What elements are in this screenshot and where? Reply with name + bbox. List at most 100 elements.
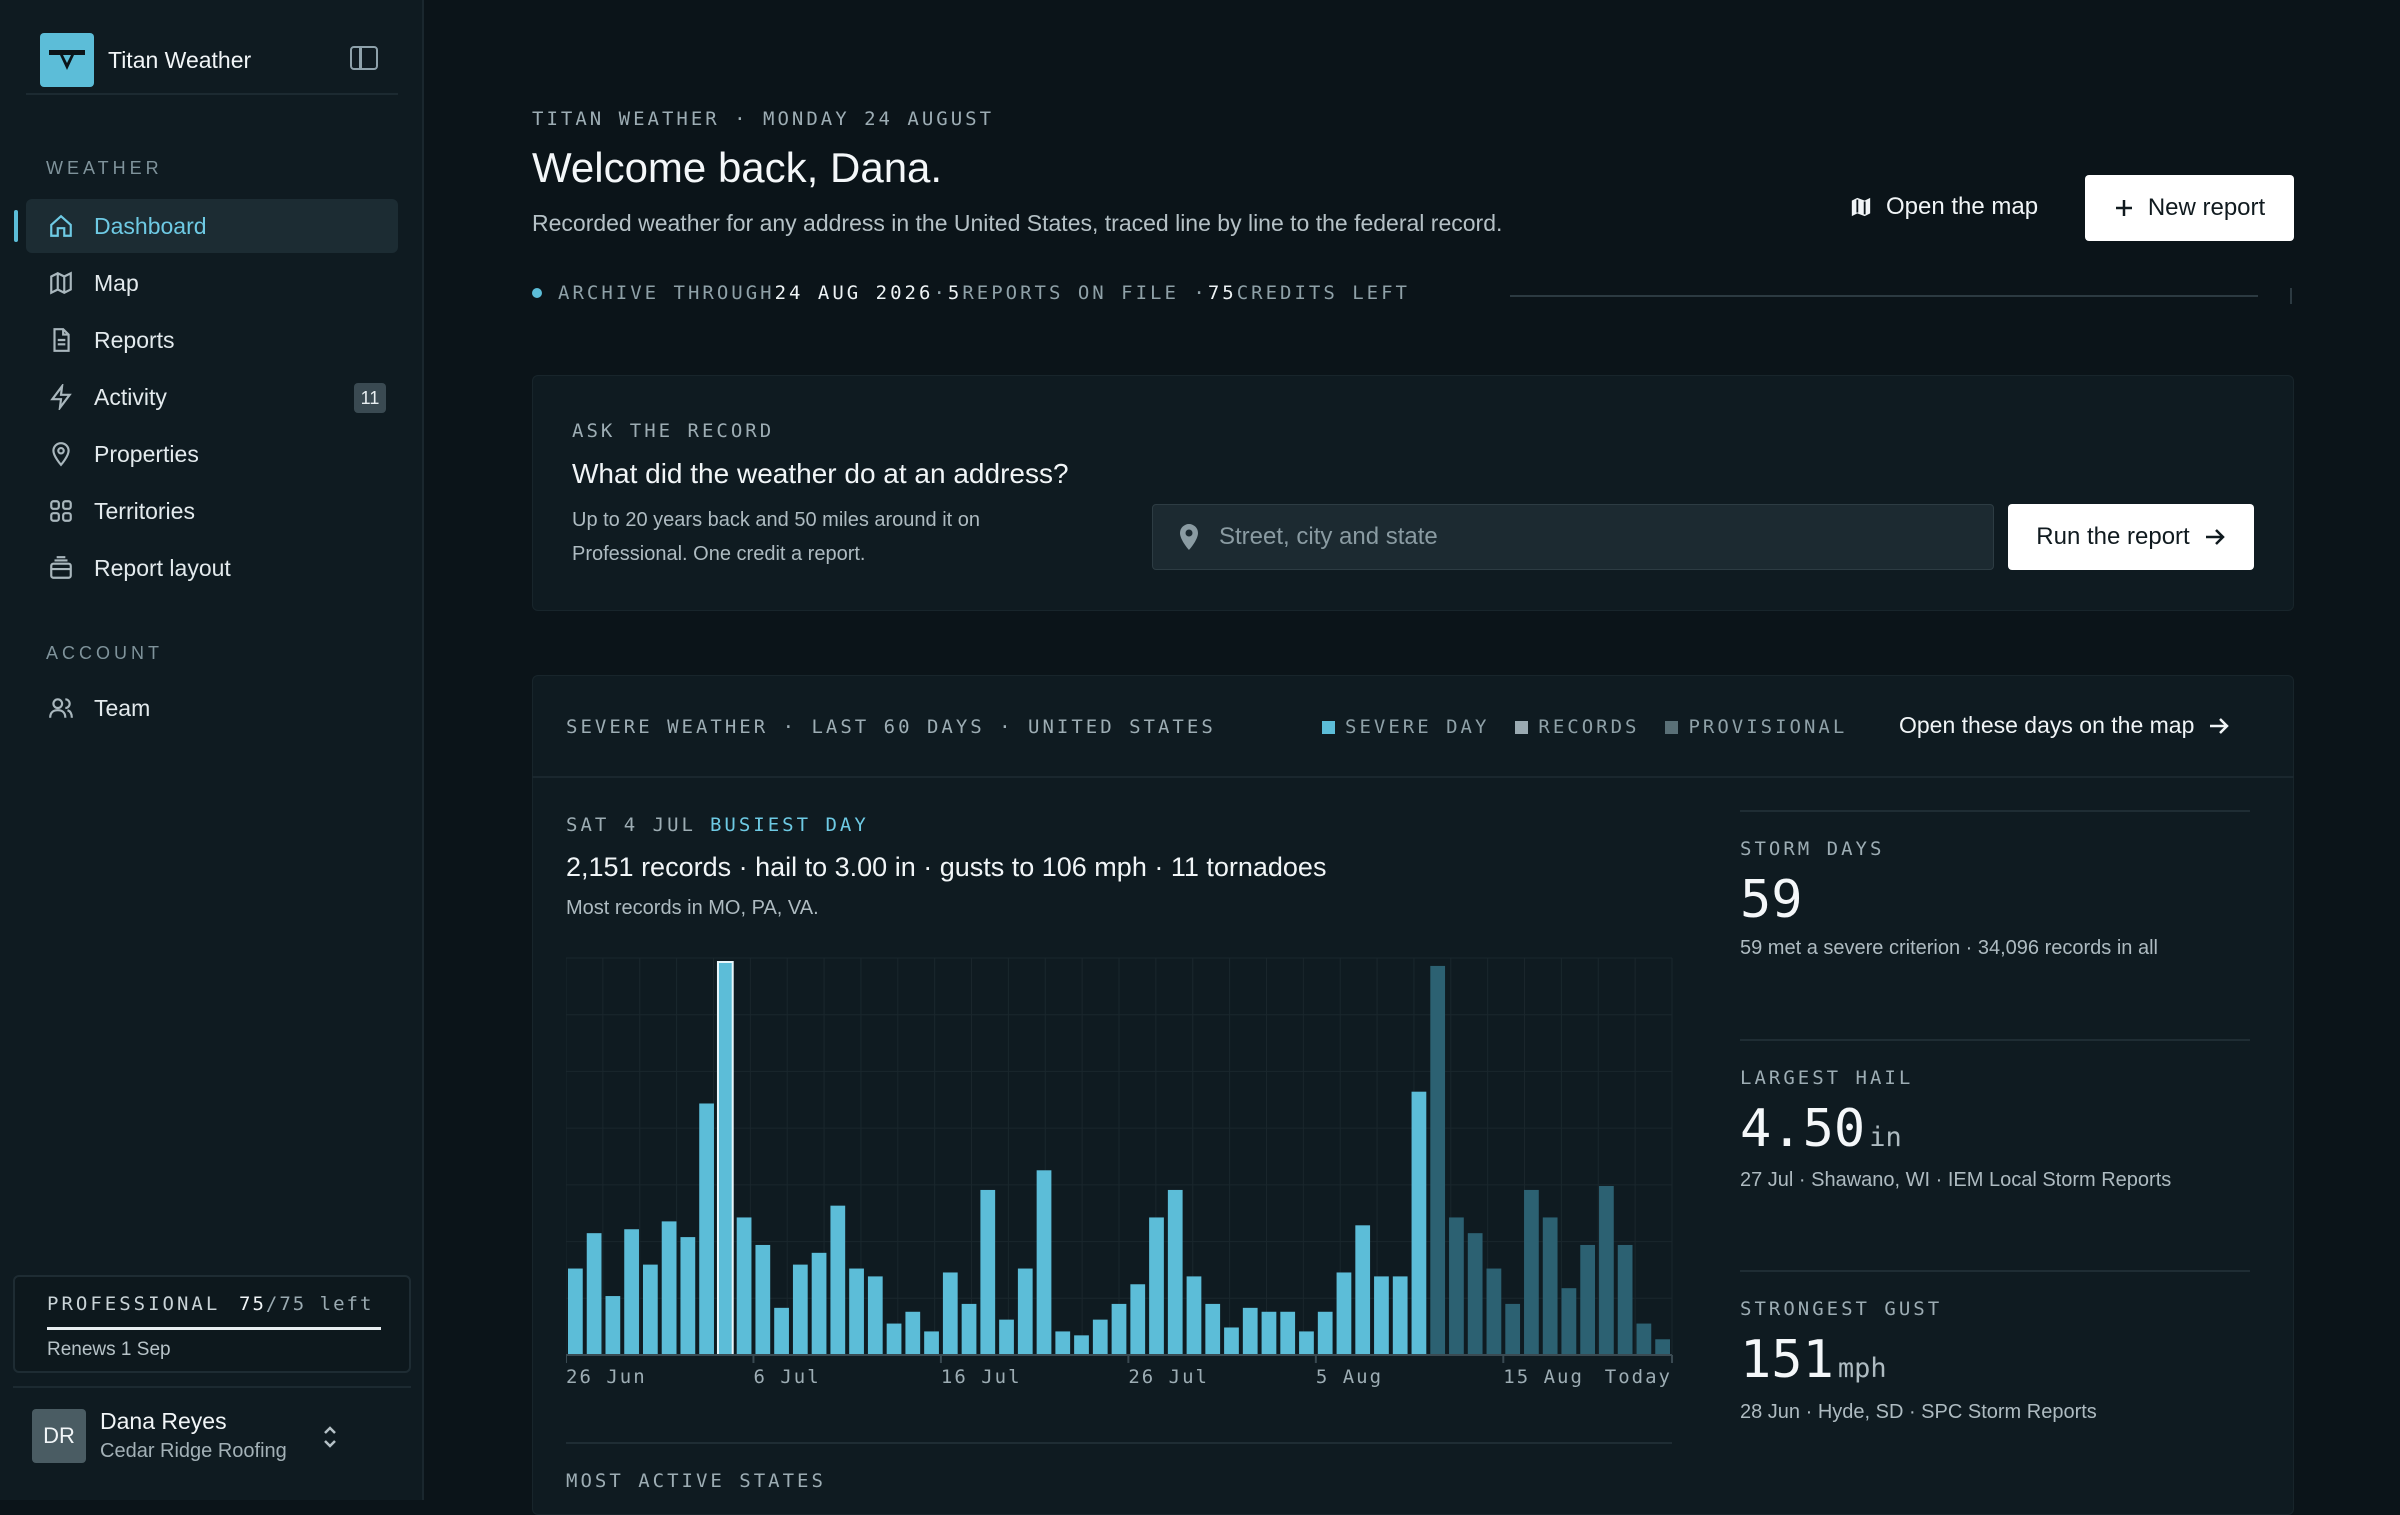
document-icon — [53, 328, 70, 352]
stat-label: STRONGEST GUST — [1740, 1298, 1943, 1320]
ask-record-card — [532, 375, 2294, 611]
divider — [1740, 810, 2250, 812]
chart-tick-label: 5 Aug — [1316, 1366, 1383, 1388]
chart-bar — [1542, 1217, 1558, 1355]
chart-bar — [1355, 1225, 1371, 1355]
address-input[interactable] — [1217, 522, 1981, 552]
chart-tick-label: 15 Aug — [1503, 1366, 1584, 1388]
address-field[interactable] — [1152, 504, 1994, 570]
chart-bar — [680, 1237, 696, 1355]
chart-bar — [1655, 1339, 1670, 1355]
chart-bar — [624, 1229, 639, 1355]
sidebar-item-team[interactable]: Team — [26, 681, 398, 735]
chart-bar — [792, 1264, 808, 1355]
stat-note: 59 met a severe criterion · 34,096 recor… — [1740, 937, 2158, 959]
chart-tick-label: 26 Jun — [566, 1366, 647, 1388]
chart-bar — [1392, 1276, 1408, 1355]
sidebar-item-report-layout[interactable]: Report layout — [26, 541, 398, 595]
location-pin-icon — [1180, 524, 1198, 550]
plan-credits-used: 75 — [239, 1293, 266, 1315]
sidebar-item-map[interactable]: Map — [26, 256, 398, 310]
status-text: REPORTS ON FILE · — [962, 282, 1208, 304]
brand[interactable]: Titan Weather — [40, 33, 251, 87]
plan-credits-total: /75 left — [265, 1293, 374, 1315]
chart-bar — [980, 1189, 996, 1355]
open-map-label: Open the map — [1886, 193, 2039, 220]
severe-weather-chart: 26 Jun 6 Jul 16 Jul 26 Jul 5 Aug 15 Aug Today — [566, 957, 1673, 1388]
archive-date: 24 AUG 2026 — [774, 282, 934, 304]
chart-bar — [1336, 1272, 1352, 1355]
sidebar-item-label: Territories — [94, 497, 195, 524]
chart-bar — [1092, 1319, 1108, 1355]
busiest-day-note: Most records in MO, PA, VA. — [566, 897, 819, 919]
chart-bar — [642, 1264, 658, 1355]
chart-bar — [586, 1233, 602, 1355]
run-report-label: Run the report — [2036, 523, 2190, 550]
chart-bar — [1149, 1217, 1164, 1355]
chart-tick-label: 6 Jul — [753, 1366, 820, 1388]
sidebar-item-dashboard[interactable]: Dashboard — [14, 199, 398, 253]
legend-label: SEVERE DAY — [1345, 716, 1490, 738]
page-title: Welcome back, Dana. — [532, 144, 943, 191]
chart-bar — [1111, 1303, 1127, 1355]
open-days-label: Open these days on the map — [1899, 712, 2195, 738]
chart-bar — [1467, 1233, 1483, 1355]
chart-bar — [849, 1268, 864, 1355]
divider — [566, 1442, 1672, 1444]
chart-bar — [1055, 1331, 1071, 1355]
sidebar-item-activity[interactable]: Activity 11 — [26, 370, 398, 424]
chart-bar — [1374, 1276, 1389, 1355]
chart-bar — [1561, 1288, 1577, 1355]
chart-bar — [1205, 1303, 1221, 1355]
new-report-button[interactable]: New report — [2085, 175, 2294, 241]
open-map-button[interactable]: Open the map — [1850, 174, 2038, 240]
chart-bar — [886, 1323, 902, 1355]
sidebar-toggle-icon[interactable] — [350, 46, 378, 70]
chart-bar — [1224, 1327, 1239, 1355]
sidebar-item-properties[interactable]: Properties — [26, 427, 398, 481]
chart-bar — [811, 1252, 827, 1355]
divider — [1740, 1270, 2250, 1272]
activity-count-badge: 11 — [354, 383, 386, 413]
chart-bar — [867, 1276, 883, 1355]
stat-label: STORM DAYS — [1740, 838, 1885, 860]
chart-bar — [1636, 1323, 1652, 1355]
chart-bar — [736, 1217, 752, 1355]
chart-bar — [774, 1307, 789, 1355]
legend-item-provisional: PROVISIONAL — [1665, 716, 1847, 738]
chart-bar — [605, 1296, 621, 1355]
legend-label: PROVISIONAL — [1688, 716, 1848, 738]
status-dot — [532, 288, 542, 298]
sidebar-item-territories[interactable]: Territories — [26, 484, 398, 538]
chart-bar — [830, 1205, 846, 1355]
chart-tick-label: 16 Jul — [941, 1366, 1022, 1388]
sidebar-item-label: Team — [94, 694, 151, 721]
chart-bar — [1280, 1311, 1296, 1355]
plan-card[interactable]: PROFESSIONAL 75/75 left Renews 1 Sep — [13, 1275, 411, 1373]
titan-logo-icon — [40, 33, 94, 87]
chart-bar — [1036, 1170, 1052, 1355]
sidebar-item-label: Report layout — [94, 554, 231, 581]
location-pin-icon — [52, 442, 70, 467]
sidebar-item-label: Activity — [94, 383, 167, 410]
divider — [13, 1386, 411, 1388]
busiest-day-tag: BUSIEST DAY — [709, 814, 869, 836]
chart-bar — [1186, 1276, 1202, 1355]
sidebar-item-reports[interactable]: Reports — [26, 313, 398, 367]
plan-credits: 75/75 left — [239, 1293, 373, 1315]
avatar[interactable]: DR — [32, 1409, 86, 1463]
run-report-button[interactable]: Run the report — [2008, 504, 2254, 570]
status-text: · — [933, 282, 948, 304]
chart-bar — [1486, 1268, 1502, 1355]
sidebar-item-label: Reports — [94, 326, 175, 353]
plan-renews: Renews 1 Sep — [47, 1339, 171, 1360]
chart-tick-label: Today — [1605, 1366, 1672, 1388]
team-icon — [49, 698, 73, 718]
divider — [1740, 1039, 2250, 1041]
map-icon — [1851, 197, 1871, 217]
chevron-updown-icon[interactable] — [320, 1422, 340, 1452]
sidebar: Titan Weather WEATHER Dashboard Map Repo… — [0, 0, 424, 1500]
open-days-on-map-link[interactable]: Open these days on the map — [1899, 712, 2230, 739]
chart-bar — [999, 1319, 1014, 1355]
stat-note: 28 Jun · Hyde, SD · SPC Storm Reports — [1740, 1401, 2097, 1423]
